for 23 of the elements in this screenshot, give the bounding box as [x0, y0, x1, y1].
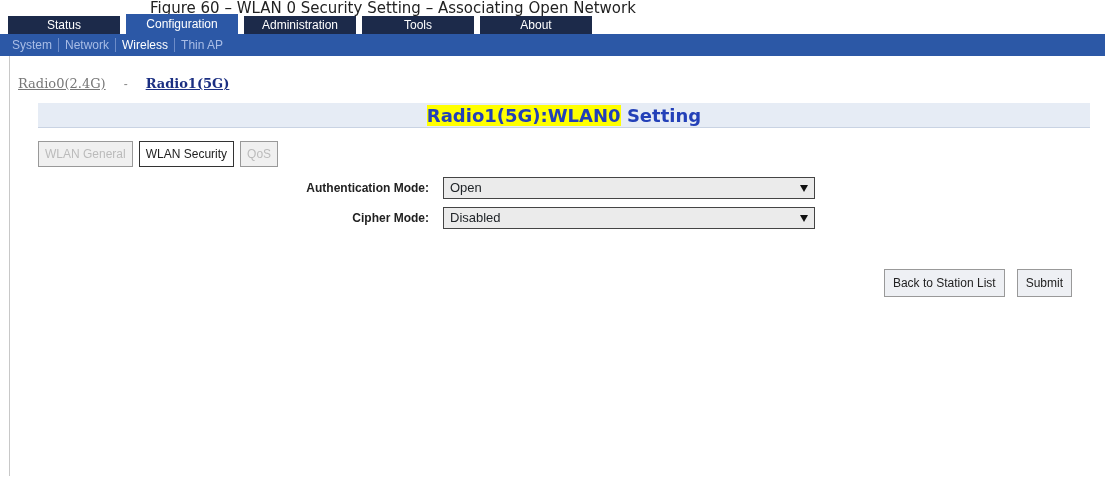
nav-tab[interactable]: Administration [244, 16, 356, 34]
nav-tab[interactable]: Status [8, 16, 120, 34]
section-heading: Radio1(5G):WLAN0 Setting [426, 105, 702, 126]
sub-nav-link[interactable]: Network [59, 38, 117, 52]
sub-nav-link[interactable]: System [6, 38, 59, 52]
nav-tab[interactable]: About [480, 16, 592, 34]
figure-caption: Figure 60 – WLAN 0 Security Setting – Associating Open Network [149, 0, 637, 16]
dropdown-arrow-icon [800, 184, 808, 192]
action-button[interactable]: Back to Station List [883, 269, 1005, 297]
select-field[interactable]: Disabled [443, 207, 815, 229]
action-button[interactable]: Submit [1016, 269, 1072, 297]
radio-link[interactable]: Radio0(2.4G) [18, 76, 106, 91]
field-label: Cipher Mode: [351, 210, 430, 227]
section-tab[interactable]: WLAN Security [138, 141, 235, 167]
separator: - [123, 77, 128, 91]
sub-nav-link[interactable]: Wireless [116, 38, 176, 52]
radio-link[interactable]: Radio1(5G) [145, 76, 230, 91]
nav-tab[interactable]: Configuration [126, 14, 238, 34]
select-field[interactable]: Open [443, 177, 815, 199]
nav-tab[interactable]: Tools [362, 16, 474, 34]
dropdown-arrow-icon [800, 214, 808, 222]
field-label: Authentication Mode: [305, 180, 430, 197]
sub-nav-link[interactable]: Thin AP [175, 38, 230, 52]
